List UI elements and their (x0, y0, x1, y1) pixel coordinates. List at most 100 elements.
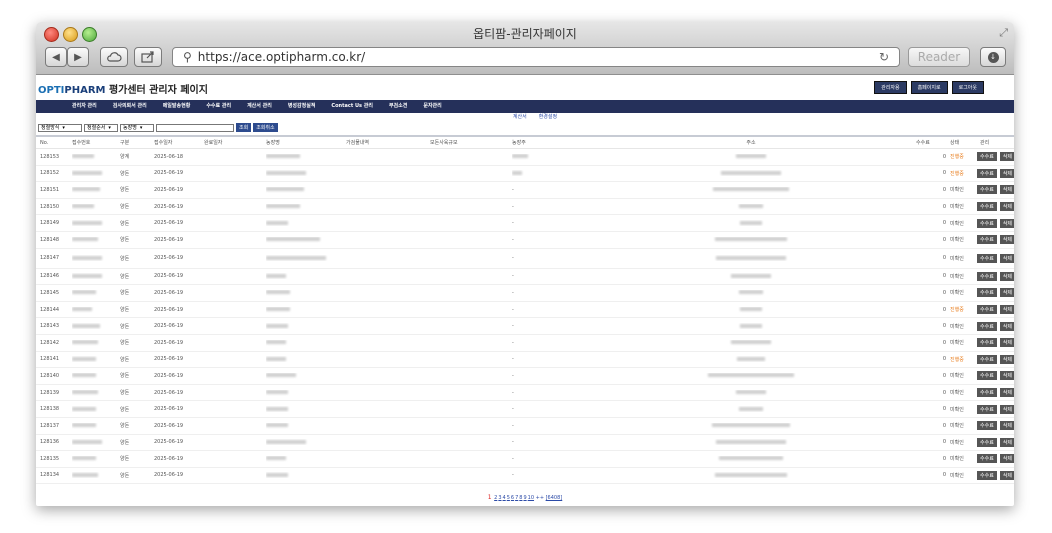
edit-fee-button[interactable]: 수수료 (977, 371, 997, 381)
homepage-button[interactable]: 홈페이지로 (910, 81, 948, 94)
delete-button[interactable]: 삭제 (999, 218, 1014, 228)
table-row[interactable]: 128149 양돈 2025-06-19 - 0 미확인 수수료 삭제 (36, 215, 1014, 232)
delete-button[interactable]: 삭제 (999, 388, 1014, 398)
table-row[interactable]: 128152 양돈 2025-06-19 0 진행중 수수료 삭제 (36, 166, 1014, 183)
edit-fee-button[interactable]: 수수료 (977, 271, 997, 281)
site-logo[interactable]: OPTIPHARM 평가센터 관리자 페이지 (38, 81, 208, 96)
admin-button[interactable]: 관리자용 (874, 81, 907, 94)
edit-fee-button[interactable]: 수수료 (977, 218, 997, 228)
page-link[interactable]: 8 (519, 495, 522, 501)
edit-fee-button[interactable]: 수수료 (977, 437, 997, 447)
edit-fee-button[interactable]: 수수료 (977, 305, 997, 315)
table-row[interactable]: 128146 양돈 2025-06-19 - 0 미확인 수수료 삭제 (36, 269, 1014, 286)
nav-contact[interactable]: Contact Us 관리 (323, 100, 381, 113)
edit-fee-button[interactable]: 수수료 (977, 454, 997, 464)
page-link[interactable]: 3 (498, 495, 501, 501)
delete-button[interactable]: 삭제 (999, 338, 1014, 348)
edit-fee-button[interactable]: 수수료 (977, 235, 997, 245)
edit-fee-button[interactable]: 수수료 (977, 202, 997, 212)
nav-mail[interactable]: 메일발송현황 (155, 100, 199, 113)
table-row[interactable]: 128145 양돈 2025-06-19 - 0 미확인 수수료 삭제 (36, 285, 1014, 302)
edit-fee-button[interactable]: 수수료 (977, 321, 997, 331)
table-row[interactable]: 128144 양돈 2025-06-19 - 0 진행중 수수료 삭제 (36, 302, 1014, 319)
table-row[interactable]: 128151 양돈 2025-06-19 - 0 미확인 수수료 삭제 (36, 182, 1014, 199)
nav-necropsy[interactable]: 부검소견 (381, 100, 415, 113)
edit-fee-button[interactable]: 수수료 (977, 338, 997, 348)
table-row[interactable]: 128139 양돈 2025-06-19 - 0 미확인 수수료 삭제 (36, 385, 1014, 402)
page-current[interactable]: 1 (488, 494, 492, 501)
search-button[interactable]: 조회 (236, 123, 252, 132)
edit-fee-button[interactable]: 수수료 (977, 288, 997, 298)
table-row[interactable]: 128140 양돈 2025-06-19 - 0 미확인 수수료 삭제 (36, 368, 1014, 385)
sort-method-select[interactable]: 정렬방식 ▾ (38, 123, 82, 132)
delete-button[interactable]: 삭제 (999, 470, 1014, 480)
delete-button[interactable]: 삭제 (999, 235, 1014, 245)
edit-fee-button[interactable]: 수수료 (977, 421, 997, 431)
page-link[interactable]: 9 (523, 495, 526, 501)
reset-search-button[interactable]: 조회취소 (253, 123, 278, 132)
table-row[interactable]: 128147 양돈 2025-06-19 - 0 미확인 수수료 삭제 (36, 249, 1014, 269)
page-link[interactable]: 5 (507, 495, 510, 501)
downloads-button[interactable]: ↓ (980, 47, 1006, 67)
share-button[interactable] (134, 47, 162, 67)
edit-fee-button[interactable]: 수수료 (977, 168, 997, 178)
edit-fee-button[interactable]: 수수료 (977, 470, 997, 480)
field-select[interactable]: 농장명 ▾ (120, 123, 154, 132)
delete-button[interactable]: 삭제 (999, 437, 1014, 447)
table-row[interactable]: 128142 양돈 2025-06-19 - 0 미확인 수수료 삭제 (36, 335, 1014, 352)
delete-button[interactable]: 삭제 (999, 253, 1014, 263)
subnav-invoice[interactable]: 계산서 (513, 113, 527, 122)
logout-button[interactable]: 로그아웃 (951, 81, 984, 94)
table-row[interactable]: 128138 양돈 2025-06-19 - 0 미확인 수수료 삭제 (36, 401, 1014, 418)
delete-button[interactable]: 삭제 (999, 185, 1014, 195)
nav-fee[interactable]: 수수료 관리 (198, 100, 239, 113)
page-link[interactable]: 6 (511, 495, 514, 501)
table-row[interactable]: 128137 양돈 2025-06-19 - 0 미확인 수수료 삭제 (36, 418, 1014, 435)
delete-button[interactable]: 삭제 (999, 152, 1014, 162)
edit-fee-button[interactable]: 수수료 (977, 152, 997, 162)
page-link[interactable]: 4 (503, 495, 506, 501)
reader-button[interactable]: Reader (908, 47, 970, 67)
nav-request[interactable]: 검사의뢰서 관리 (105, 100, 155, 113)
sort-order-select[interactable]: 정렬순서 ▾ (84, 123, 118, 132)
page-link[interactable]: 7 (515, 495, 518, 501)
nav-diagnosis[interactable]: 병성감정실적 (280, 100, 324, 113)
delete-button[interactable]: 삭제 (999, 354, 1014, 364)
delete-button[interactable]: 삭제 (999, 202, 1014, 212)
table-row[interactable]: 128141 양돈 2025-06-19 - 0 진행중 수수료 삭제 (36, 352, 1014, 369)
reload-icon[interactable]: ↻ (879, 50, 889, 64)
table-row[interactable]: 128153 양계 2025-06-18 0 진행중 수수료 삭제 (36, 149, 1014, 166)
delete-button[interactable]: 삭제 (999, 371, 1014, 381)
back-button[interactable]: ◀ (45, 47, 67, 67)
delete-button[interactable]: 삭제 (999, 271, 1014, 281)
table-row[interactable]: 128143 양돈 2025-06-19 - 0 미확인 수수료 삭제 (36, 318, 1014, 335)
table-row[interactable]: 128134 양돈 2025-06-19 - 0 미확인 수수료 삭제 (36, 468, 1014, 485)
page-last[interactable]: [6408] (546, 495, 563, 501)
edit-fee-button[interactable]: 수수료 (977, 185, 997, 195)
table-row[interactable]: 128136 양돈 2025-06-19 - 0 미확인 수수료 삭제 (36, 435, 1014, 452)
table-row[interactable]: 128150 양돈 2025-06-19 - 0 미확인 수수료 삭제 (36, 199, 1014, 216)
delete-button[interactable]: 삭제 (999, 454, 1014, 464)
edit-fee-button[interactable]: 수수료 (977, 253, 997, 263)
delete-button[interactable]: 삭제 (999, 321, 1014, 331)
delete-button[interactable]: 삭제 (999, 421, 1014, 431)
page-next[interactable]: ++ (536, 495, 544, 501)
nav-invoice[interactable]: 계산서 관리 (239, 100, 280, 113)
page-link[interactable]: 10 (528, 495, 534, 501)
fullscreen-icon[interactable]: ⤢ (999, 26, 1008, 40)
subnav-settings[interactable]: 환경설정 (539, 113, 557, 122)
address-bar[interactable]: ⚲ https://ace.optipharm.co.kr/ ↻ (172, 47, 900, 67)
nav-sms[interactable]: 문자관리 (415, 100, 449, 113)
table-row[interactable]: 128148 양돈 2025-06-19 - 0 미확인 수수료 삭제 (36, 232, 1014, 249)
delete-button[interactable]: 삭제 (999, 288, 1014, 298)
icloud-button[interactable] (100, 47, 128, 67)
search-input[interactable] (156, 123, 234, 132)
delete-button[interactable]: 삭제 (999, 404, 1014, 414)
edit-fee-button[interactable]: 수수료 (977, 388, 997, 398)
delete-button[interactable]: 삭제 (999, 305, 1014, 315)
edit-fee-button[interactable]: 수수료 (977, 404, 997, 414)
delete-button[interactable]: 삭제 (999, 168, 1014, 178)
table-row[interactable]: 128135 양돈 2025-06-19 - 0 미확인 수수료 삭제 (36, 451, 1014, 468)
nav-admin[interactable]: 관리자 관리 (64, 100, 105, 113)
edit-fee-button[interactable]: 수수료 (977, 354, 997, 364)
